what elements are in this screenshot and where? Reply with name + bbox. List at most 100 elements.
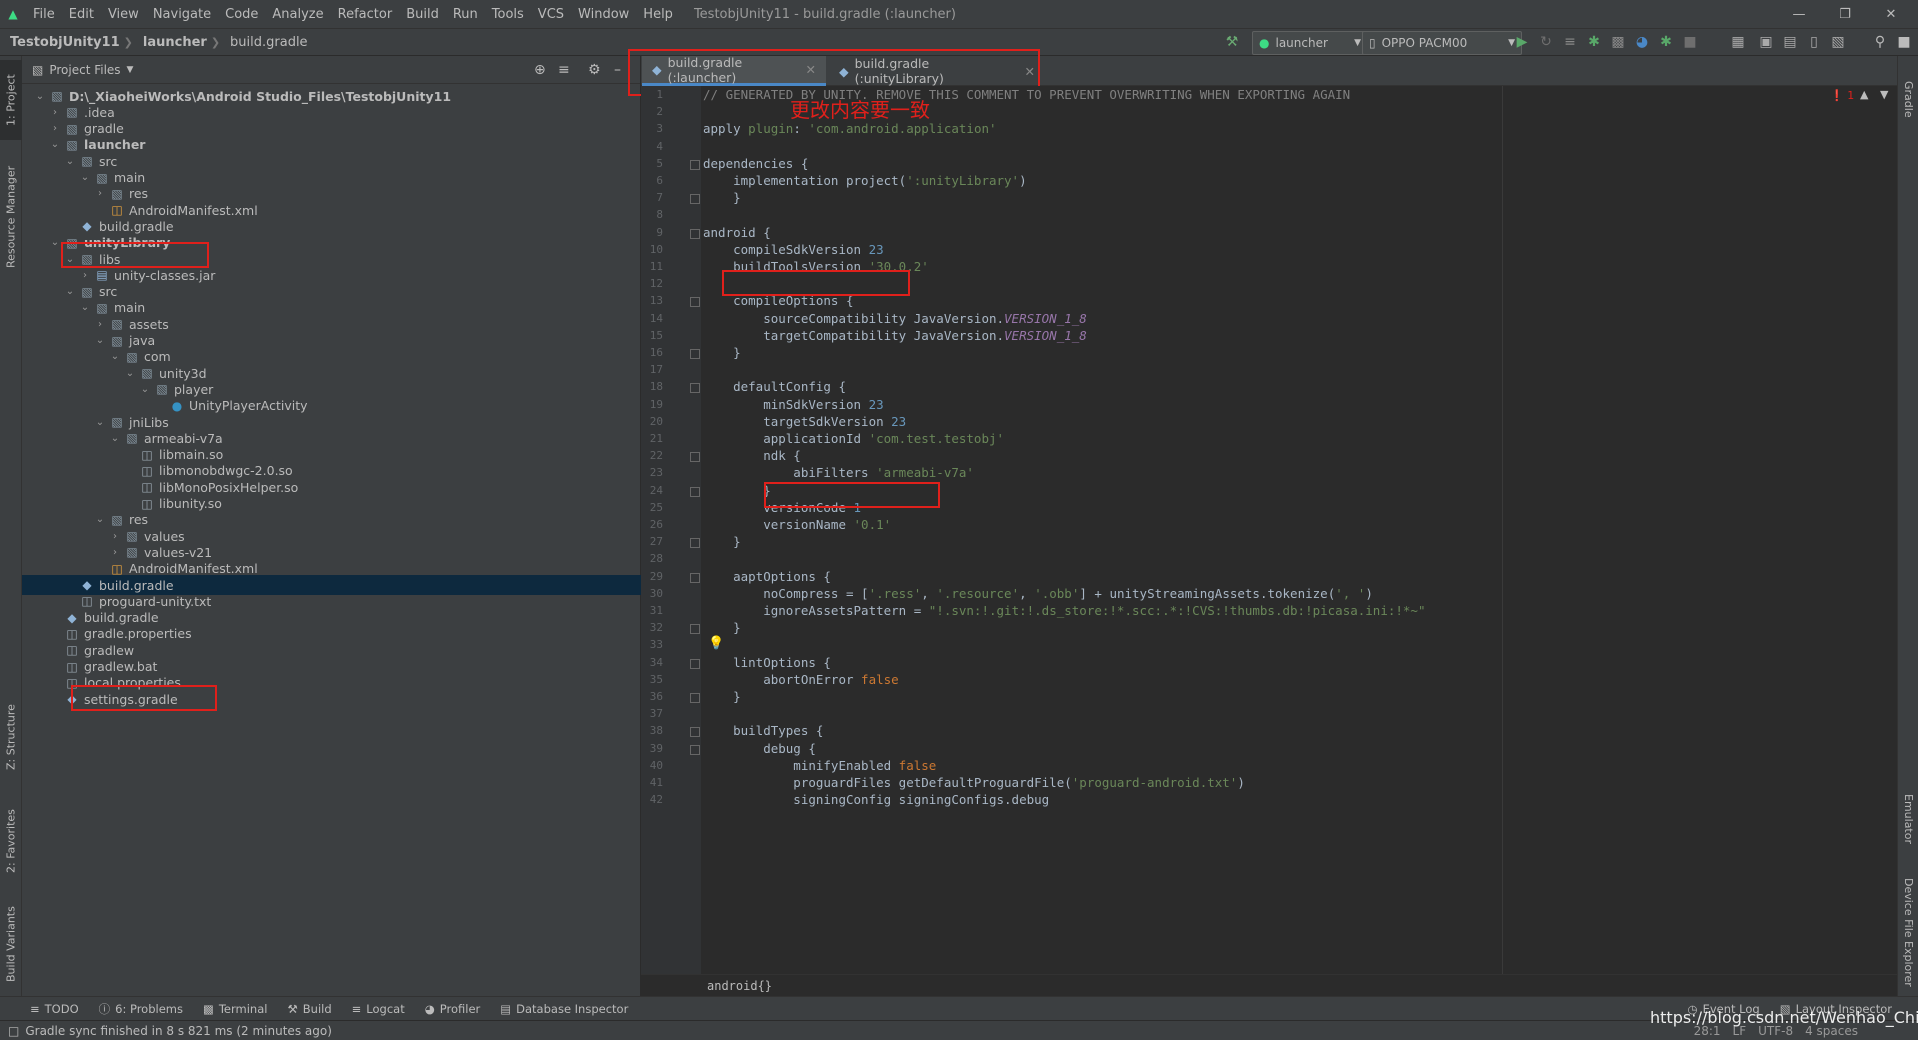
chevron-down-icon[interactable]: ⌄: [92, 335, 108, 346]
search-icon[interactable]: ⚲: [1870, 32, 1890, 52]
error-indicator[interactable]: ❗ 1: [1830, 89, 1854, 102]
chevron-down-icon[interactable]: ⌄: [92, 417, 108, 428]
code-editor[interactable]: // GENERATED BY UNITY. REMOVE THIS COMME…: [701, 86, 1897, 974]
fold-marker-icon[interactable]: [690, 194, 700, 205]
database-inspector-button[interactable]: ▤ Database Inspector: [490, 1002, 638, 1016]
menu-analyze[interactable]: Analyze: [265, 7, 330, 22]
menu-navigate[interactable]: Navigate: [146, 7, 218, 22]
fold-marker-icon[interactable]: [690, 383, 700, 394]
tab-build-variants[interactable]: Build Variants: [0, 896, 22, 992]
chevron-right-icon[interactable]: ›: [92, 188, 108, 199]
fold-marker-icon[interactable]: [690, 486, 700, 497]
menu-window[interactable]: Window: [571, 7, 636, 22]
profiler-button[interactable]: ◕ Profiler: [415, 1002, 491, 1016]
account-icon[interactable]: ■: [1894, 32, 1914, 52]
build-button[interactable]: ⚒ Build: [277, 1002, 341, 1016]
hide-panel-icon[interactable]: –: [614, 62, 621, 78]
apply-code-changes-icon[interactable]: ≡: [1560, 32, 1580, 52]
menu-file[interactable]: File: [26, 7, 62, 22]
menu-refactor[interactable]: Refactor: [331, 7, 400, 22]
menu-tools[interactable]: Tools: [485, 7, 531, 22]
todo-button[interactable]: ≡ TODO: [0, 1002, 89, 1016]
chevron-down-icon[interactable]: ⌄: [62, 286, 78, 297]
tab-favorites[interactable]: 2: Favorites: [0, 796, 22, 886]
menu-run[interactable]: Run: [446, 7, 485, 22]
chevron-down-icon[interactable]: ⌄: [47, 139, 63, 150]
menu-vcs[interactable]: VCS: [531, 7, 571, 22]
chevron-down-icon[interactable]: ⌄: [107, 433, 123, 444]
chevron-right-icon[interactable]: ›: [77, 270, 93, 281]
chevron-up-icon[interactable]: ▲: [1860, 88, 1868, 101]
menu-edit[interactable]: Edit: [62, 7, 101, 22]
sync-gradle-icon[interactable]: ▦: [1728, 32, 1748, 52]
breadcrumb-file[interactable]: build.gradle: [220, 35, 312, 50]
fold-marker-icon[interactable]: [690, 297, 700, 308]
hammer-build-icon[interactable]: ⚒: [1222, 32, 1242, 52]
problems-button[interactable]: ⓘ 6: Problems: [89, 1001, 193, 1017]
chevron-right-icon[interactable]: ›: [107, 547, 123, 558]
restore-icon[interactable]: ❐: [1822, 0, 1868, 28]
breadcrumb-module[interactable]: launcher: [133, 35, 211, 50]
fold-marker-icon[interactable]: [690, 538, 700, 549]
bulb-icon[interactable]: 💡: [708, 636, 724, 651]
chevron-right-icon[interactable]: ›: [92, 319, 108, 330]
chevron-down-icon[interactable]: ⌄: [77, 302, 93, 313]
fold-marker-icon[interactable]: [690, 159, 700, 170]
collapse-all-icon[interactable]: ≡: [558, 62, 570, 78]
chevron-down-icon[interactable]: ⌄: [62, 156, 78, 167]
tab-structure[interactable]: Z: Structure: [0, 692, 22, 782]
fold-marker-icon[interactable]: [690, 452, 700, 463]
chevron-down-icon[interactable]: ⌄: [32, 91, 48, 102]
tab-gradle[interactable]: Gradle: [1898, 64, 1918, 134]
device-dropdown[interactable]: ▯ OPPO PACM00 ▼: [1362, 31, 1522, 55]
minimize-icon[interactable]: —: [1776, 0, 1822, 28]
chevron-right-icon[interactable]: ›: [47, 123, 63, 134]
apply-changes-icon[interactable]: ↻: [1536, 32, 1556, 52]
locate-icon[interactable]: ⊕: [534, 62, 546, 78]
logcat-button[interactable]: ≡ Logcat: [342, 1002, 415, 1016]
sdk-manager-icon[interactable]: ▯: [1804, 32, 1824, 52]
tab-resource-manager[interactable]: Resource Manager: [0, 152, 22, 282]
breadcrumb-project[interactable]: TestobjUnity11: [0, 35, 124, 50]
coverage-icon[interactable]: ▩: [1608, 32, 1628, 52]
chevron-down-icon[interactable]: ⌄: [92, 514, 108, 525]
avd-manager-icon[interactable]: ▤: [1780, 32, 1800, 52]
chevron-right-icon[interactable]: ›: [107, 531, 123, 542]
fold-marker-icon[interactable]: [690, 349, 700, 359]
project-view-selector[interactable]: Project Files: [49, 63, 120, 77]
menu-view[interactable]: View: [101, 7, 146, 22]
status-message[interactable]: Gradle sync finished in 8 s 821 ms (2 mi…: [25, 1024, 332, 1038]
layout-inspector-icon[interactable]: ▧: [1828, 32, 1848, 52]
chevron-down-icon[interactable]: ⌄: [137, 384, 153, 395]
debug-icon[interactable]: ✱: [1584, 32, 1604, 52]
fold-marker-icon[interactable]: [690, 727, 700, 738]
gear-icon[interactable]: ⚙: [588, 62, 601, 78]
menu-help[interactable]: Help: [636, 7, 680, 22]
tab-project[interactable]: 1: Project: [0, 60, 22, 140]
project-structure-icon[interactable]: ▣: [1756, 32, 1776, 52]
fold-marker-icon[interactable]: [690, 572, 700, 583]
tab-device-file-explorer[interactable]: Device File Explorer: [1898, 868, 1918, 996]
run-icon[interactable]: ▶: [1512, 32, 1532, 52]
fold-marker-icon[interactable]: [690, 658, 700, 669]
menu-build[interactable]: Build: [399, 7, 446, 22]
chevron-down-icon[interactable]: ⌄: [122, 368, 138, 379]
stop-icon[interactable]: ■: [1680, 32, 1700, 52]
chevron-down-icon[interactable]: ⌄: [77, 172, 93, 183]
chevron-down-icon[interactable]: ▼: [127, 65, 134, 75]
fold-marker-icon[interactable]: [690, 624, 700, 635]
menu-code[interactable]: Code: [218, 7, 265, 22]
fold-marker-icon[interactable]: [690, 693, 700, 703]
profile-icon[interactable]: ◕: [1632, 32, 1652, 52]
code-breadcrumb-label[interactable]: android{}: [707, 979, 772, 993]
attach-debugger-icon[interactable]: ✱: [1656, 32, 1676, 52]
fold-marker-icon[interactable]: [690, 744, 700, 755]
chevron-down-icon[interactable]: ⌄: [107, 351, 123, 362]
terminal-button[interactable]: ▩ Terminal: [193, 1002, 277, 1016]
chevron-down-icon[interactable]: ▼: [1880, 88, 1888, 101]
close-icon[interactable]: ✕: [1868, 0, 1914, 28]
fold-marker-icon[interactable]: [690, 228, 700, 239]
run-config-dropdown[interactable]: ● launcher ▼: [1252, 31, 1368, 55]
tab-emulator[interactable]: Emulator: [1898, 774, 1918, 864]
chevron-right-icon[interactable]: ›: [47, 107, 63, 118]
